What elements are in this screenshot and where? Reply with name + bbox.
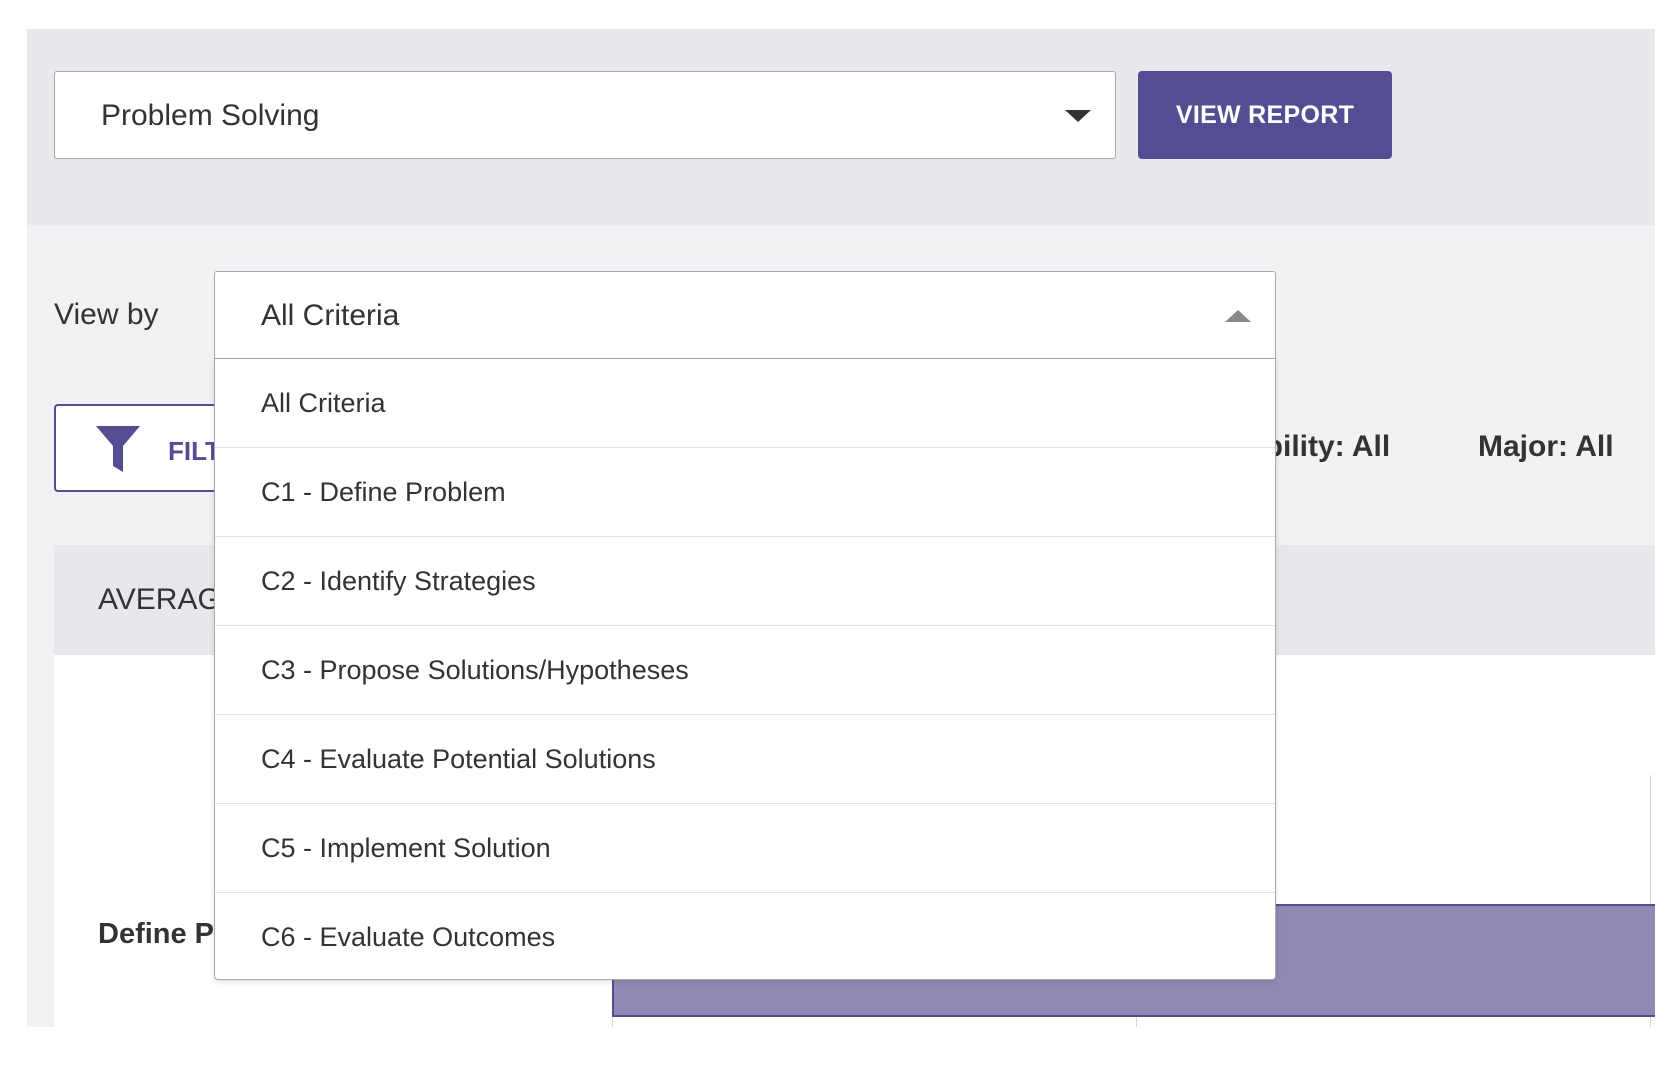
view-by-label: View by [54, 298, 159, 331]
dropdown-option-c5[interactable]: C5 - Implement Solution [215, 804, 1275, 893]
dropdown-option-c6[interactable]: C6 - Evaluate Outcomes [215, 893, 1275, 982]
dropdown-option-c1[interactable]: C1 - Define Problem [215, 448, 1275, 537]
view-report-button[interactable]: VIEW REPORT [1138, 71, 1392, 159]
chevron-up-icon [1225, 310, 1251, 322]
dropdown-option-c4[interactable]: C4 - Evaluate Potential Solutions [215, 715, 1275, 804]
major-filter-summary: Major: All [1478, 430, 1614, 463]
skill-select-value: Problem Solving [101, 99, 320, 132]
filter-icon [96, 426, 140, 472]
chart-row-label: Define P [98, 918, 215, 950]
skill-select[interactable]: Problem Solving [54, 71, 1116, 159]
view-by-select-value: All Criteria [261, 299, 400, 332]
grid-line [1136, 1017, 1137, 1027]
chevron-down-icon [1065, 110, 1091, 122]
page-bottom-margin [0, 1027, 1672, 1086]
grid-line [612, 1017, 613, 1027]
view-by-select[interactable]: All Criteria [214, 271, 1276, 359]
dropdown-option-all-criteria[interactable]: All Criteria [215, 359, 1275, 448]
average-section-title: AVERAG [98, 583, 221, 616]
dropdown-option-c2[interactable]: C2 - Identify Strategies [215, 537, 1275, 626]
filter-button-label: FILT [168, 436, 221, 466]
view-by-dropdown-menu: All Criteria C1 - Define Problem C2 - Id… [214, 359, 1276, 980]
dropdown-option-c3[interactable]: C3 - Propose Solutions/Hypotheses [215, 626, 1275, 715]
